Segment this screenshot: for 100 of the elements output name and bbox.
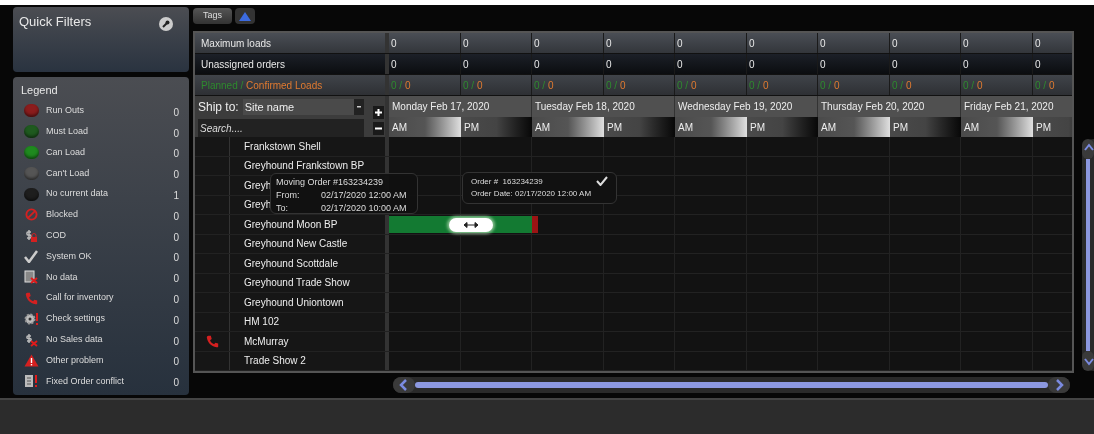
document-alert-icon — [24, 374, 38, 389]
half-day-header: AM — [961, 117, 1033, 137]
scroll-down-icon[interactable] — [1082, 351, 1094, 371]
row-label: Maximum loads — [201, 36, 272, 51]
check-icon — [24, 249, 38, 263]
legend-label: Run Outs — [46, 104, 86, 118]
summary-cell: 0 — [532, 33, 604, 53]
collapse-button[interactable] — [235, 8, 255, 24]
summary-cell: 0 — [604, 54, 675, 74]
summary-cell: 0 / 0 — [747, 75, 818, 95]
summary-cell: 0 — [890, 54, 961, 74]
legend-count: 0 — [173, 209, 179, 224]
day-header: Tuesday Feb 18, 2020 — [532, 96, 675, 117]
half-day-header: PM — [461, 117, 532, 137]
legend-label: Blocked — [46, 208, 80, 222]
summary-cell: 0 — [818, 33, 890, 53]
order-bar[interactable] — [389, 216, 538, 233]
legend-count: 0 — [173, 168, 179, 183]
scroll-up-icon[interactable] — [1082, 139, 1094, 159]
order-date: Order Date: 02/17/2020 12:00 AM — [471, 188, 593, 200]
legend-label: Fixed Order conflict — [46, 374, 126, 388]
summary-cell: 0 / 0 — [1033, 75, 1072, 95]
summary-cell: 0 — [604, 33, 675, 53]
legend-label: No current data — [46, 187, 110, 201]
summary-cell: 0 — [890, 33, 961, 53]
summary-cell: 0 / 0 — [604, 75, 675, 95]
tooltip-value: 02/17/2020 12:00 AM — [321, 189, 407, 202]
legend-label: Can't Load — [46, 166, 91, 180]
legend-label: No Sales data — [46, 332, 104, 346]
summary-cell: 0 — [1033, 33, 1072, 53]
summary-cell: 0 — [389, 54, 461, 74]
summary-cell: 0 — [747, 54, 818, 74]
legend-count: 0 — [173, 105, 179, 120]
plus-icon[interactable] — [373, 106, 384, 119]
warning-icon — [23, 353, 39, 367]
legend-count: 0 — [173, 376, 179, 391]
legend-count: 1 — [173, 189, 179, 204]
panel-title: Quick Filters — [19, 15, 92, 31]
legend-count: 0 — [173, 293, 179, 308]
half-day-header: AM — [818, 117, 890, 137]
summary-cell: 0 / 0 — [389, 75, 461, 95]
summary-cell: 0 / 0 — [532, 75, 604, 95]
half-day-header: PM — [747, 117, 818, 137]
caret-icon — [354, 99, 364, 115]
legend-count: 0 — [173, 334, 179, 349]
document-x-icon — [24, 270, 38, 285]
legend-label: Can Load — [46, 145, 87, 159]
dollar-lock-icon — [24, 228, 38, 243]
half-day-header: AM — [532, 117, 604, 137]
summary-cell: 0 — [961, 54, 1033, 74]
drag-handle[interactable] — [449, 217, 493, 232]
legend-count: 0 — [173, 355, 179, 370]
gear-alert-icon — [23, 311, 39, 326]
summary-cell: 0 — [389, 33, 461, 53]
summary-cell: 0 / 0 — [890, 75, 961, 95]
legend-label: System OK — [46, 249, 93, 263]
day-header: Thursday Feb 20, 2020 — [818, 96, 961, 117]
horizontal-scrollbar[interactable] — [393, 377, 1070, 393]
tags-button[interactable]: Tags — [193, 8, 232, 24]
legend-label: Must Load — [46, 124, 90, 138]
vertical-scrollbar[interactable] — [1082, 139, 1094, 371]
phone-icon — [24, 291, 38, 305]
summary-cell: 0 — [818, 54, 890, 74]
summary-cell: 0 — [747, 33, 818, 53]
search-field[interactable]: Search.... — [198, 119, 364, 137]
legend-count: 0 — [173, 230, 179, 245]
wrench-icon[interactable] — [159, 17, 173, 31]
summary-cell: 0 — [675, 33, 747, 53]
half-day-header: PM — [890, 117, 961, 137]
tooltip-label: To: — [276, 202, 289, 215]
summary-cell: 0 — [675, 54, 747, 74]
resize-arrows-icon — [464, 221, 478, 228]
legend-label: No data — [46, 270, 79, 284]
half-day-header: PM — [1033, 117, 1072, 137]
scroll-left-icon[interactable] — [393, 377, 415, 393]
summary-cell: 0 / 0 — [675, 75, 747, 95]
legend-label: Other problem — [46, 353, 105, 367]
panel-title: Legend — [21, 83, 59, 98]
legend-count: 0 — [173, 126, 179, 141]
row-label: Planned / Confirmed Loads — [201, 78, 323, 93]
summary-cell: 0 / 0 — [461, 75, 532, 95]
legend-label: Call for inventory — [46, 291, 115, 305]
day-header: Wednesday Feb 19, 2020 — [675, 96, 818, 117]
summary-cell: 0 — [1033, 54, 1072, 74]
day-header: Friday Feb 21, 2020 — [961, 96, 1072, 117]
scroll-right-icon[interactable] — [1048, 377, 1070, 393]
triangle-up-icon — [239, 11, 251, 21]
summary-cell: 0 — [961, 33, 1033, 53]
legend-count: 0 — [173, 251, 179, 266]
summary-cell: 0 — [461, 33, 532, 53]
site-dropdown[interactable]: Site name — [242, 99, 364, 115]
summary-cell: 0 / 0 — [818, 75, 890, 95]
day-header: Monday Feb 17, 2020 — [389, 96, 532, 117]
tooltip-value: 02/17/2020 10:00 AM — [321, 202, 407, 215]
summary-cell: 0 — [461, 54, 532, 74]
dollar-x-icon — [24, 332, 38, 347]
legend-count: 0 — [173, 313, 179, 328]
half-day-header: PM — [604, 117, 675, 137]
legend-count: 0 — [173, 272, 179, 287]
minus-icon[interactable] — [373, 122, 384, 135]
